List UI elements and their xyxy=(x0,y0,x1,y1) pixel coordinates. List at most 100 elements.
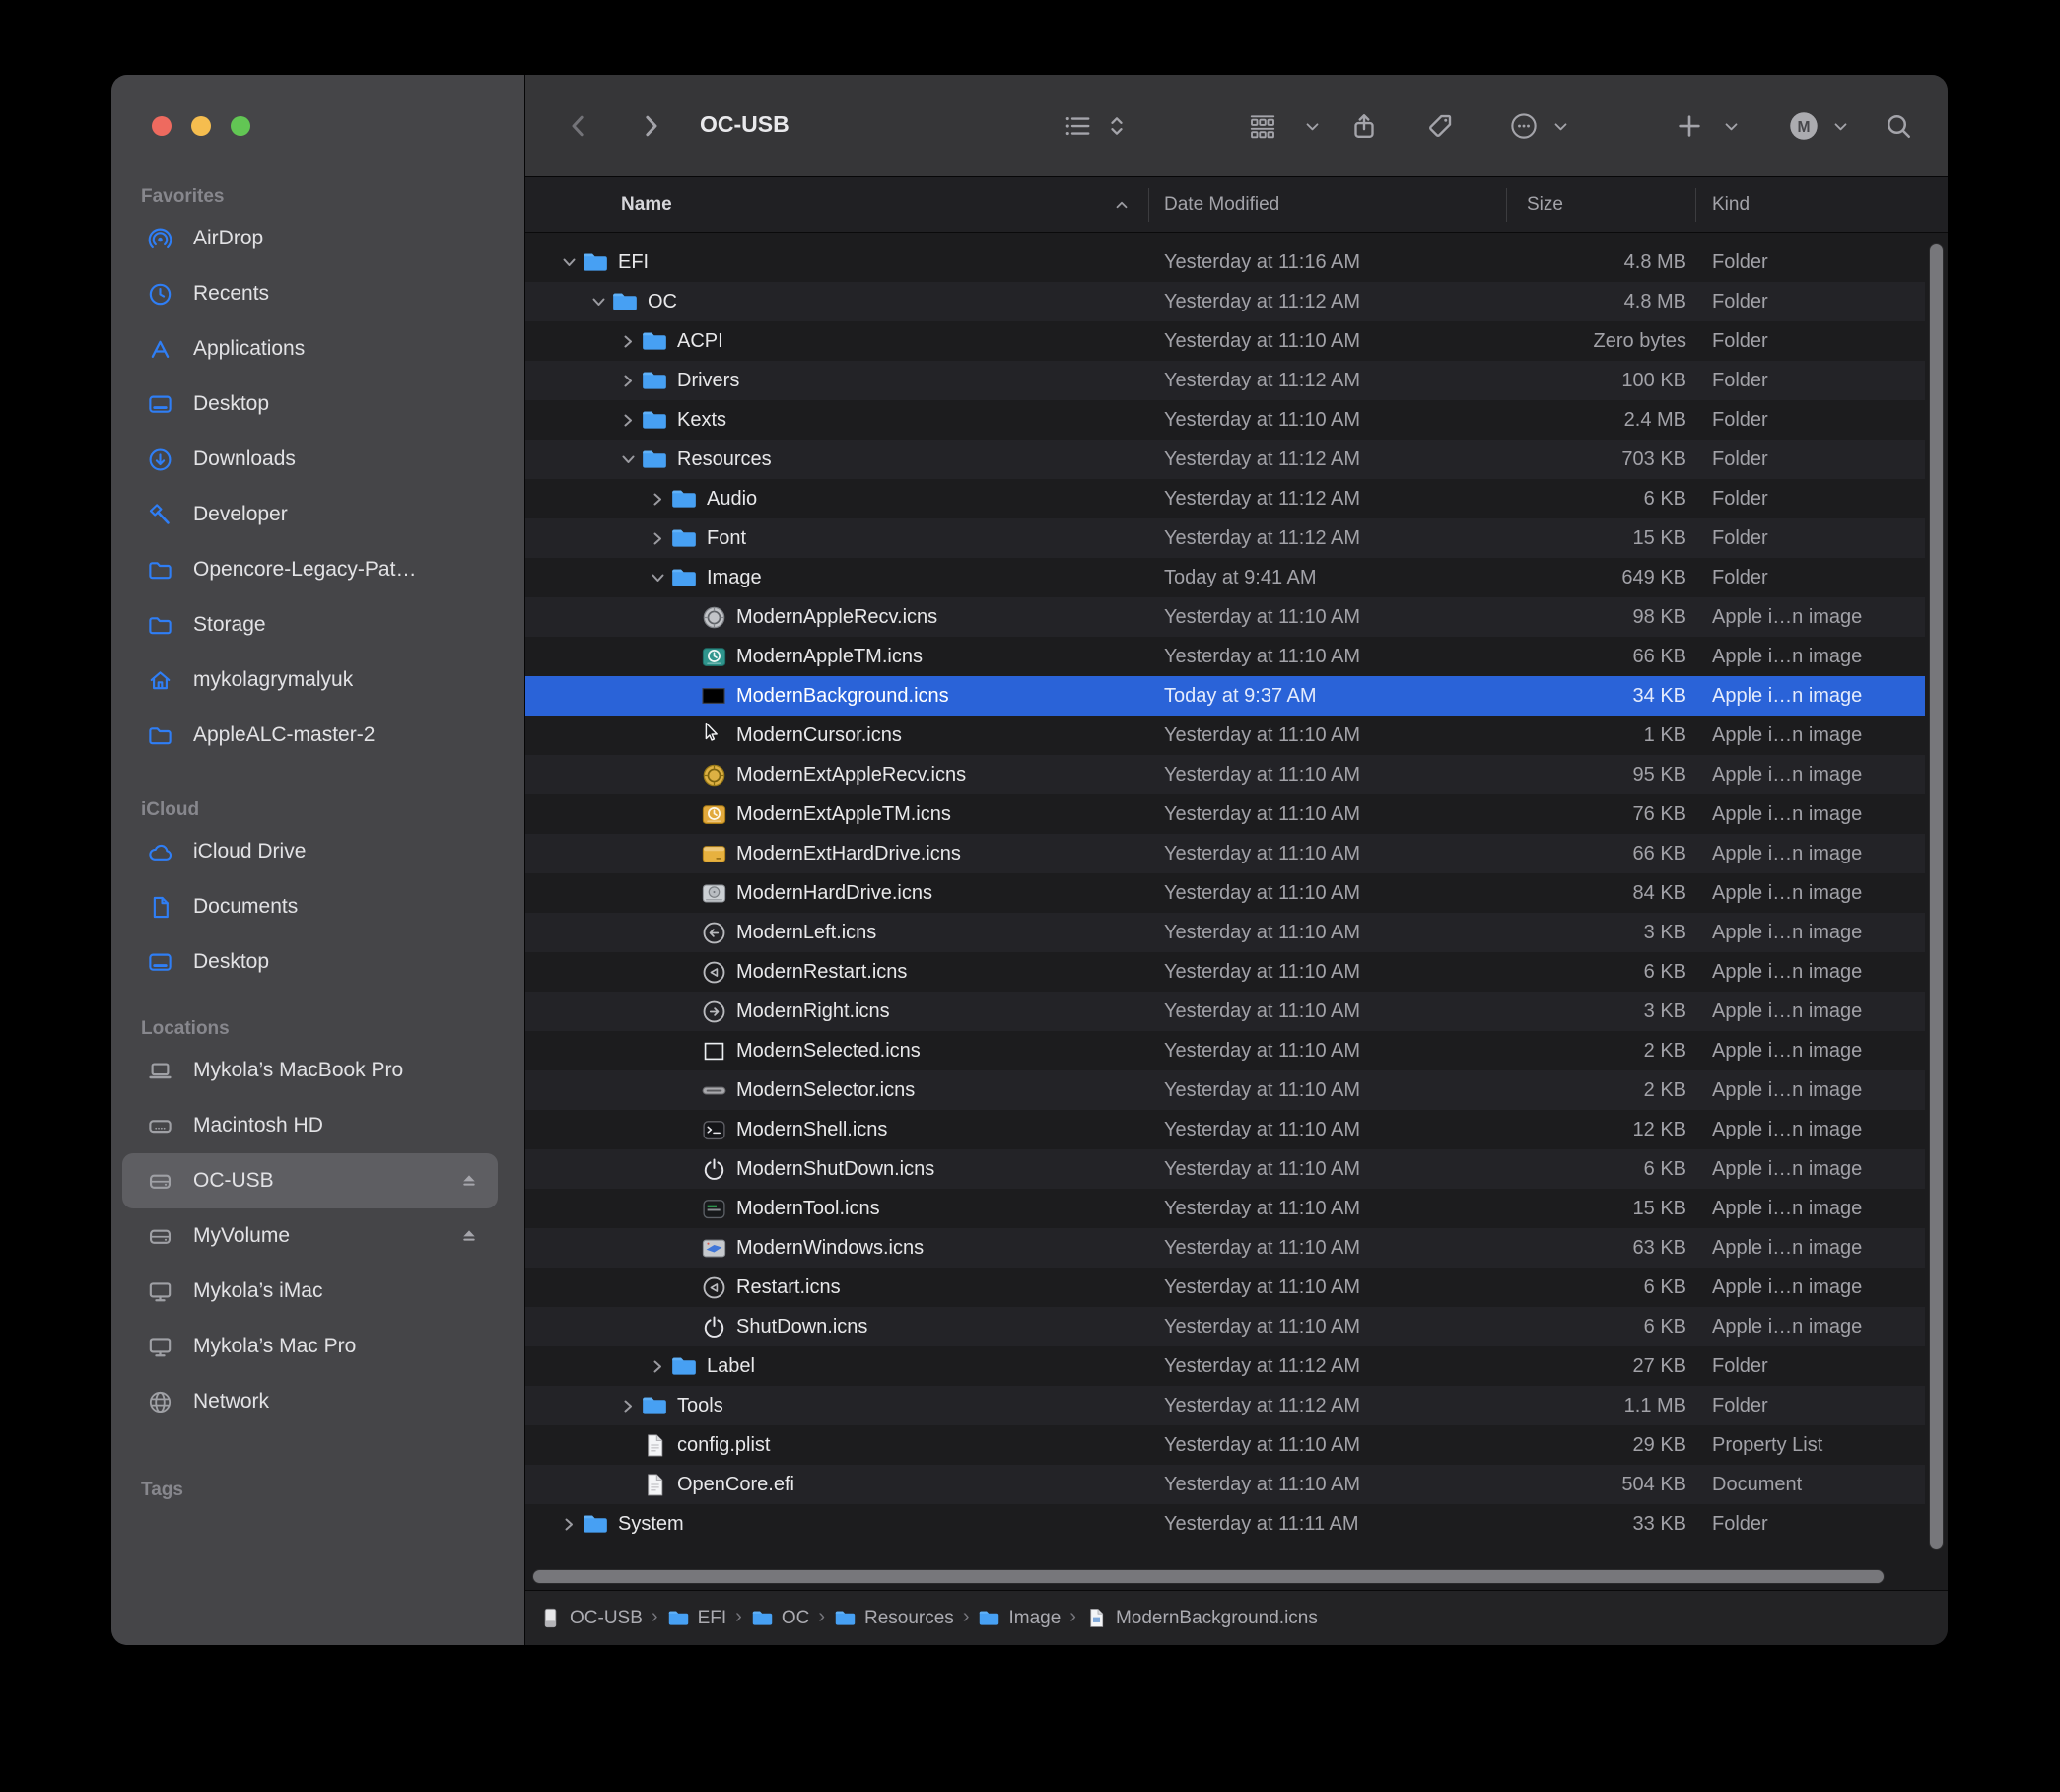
path-item-resources[interactable]: Resources xyxy=(834,1607,954,1629)
column-divider[interactable] xyxy=(1695,188,1696,222)
list-item[interactable]: ModernTool.icnsYesterday at 11:10 AM15 K… xyxy=(525,1189,1925,1228)
list-item[interactable]: LabelYesterday at 11:12 AM27 KBFolder xyxy=(525,1346,1925,1386)
new-folder-plus-icon[interactable] xyxy=(1674,110,1705,142)
eject-icon[interactable] xyxy=(458,1225,480,1247)
group-chevron-down-icon[interactable] xyxy=(1303,110,1321,142)
column-divider[interactable] xyxy=(1506,188,1507,222)
forward-button[interactable] xyxy=(635,110,666,142)
list-item[interactable]: ModernShell.icnsYesterday at 11:10 AM12 … xyxy=(525,1110,1925,1149)
list-item[interactable]: KextsYesterday at 11:10 AM2.4 MBFolder xyxy=(525,400,1925,440)
list-item[interactable]: Restart.icnsYesterday at 11:10 AM6 KBApp… xyxy=(525,1268,1925,1307)
disclosure-closed-icon[interactable] xyxy=(620,333,636,349)
back-button[interactable] xyxy=(563,110,594,142)
list-item[interactable]: AudioYesterday at 11:12 AM6 KBFolder xyxy=(525,479,1925,518)
list-item[interactable]: SystemYesterday at 11:11 AM33 KBFolder xyxy=(525,1504,1925,1544)
sidebar-item-applications[interactable]: Applications xyxy=(122,321,498,377)
sidebar-item-developer[interactable]: Developer xyxy=(122,487,498,542)
search-icon[interactable] xyxy=(1883,110,1914,142)
disclosure-closed-icon[interactable] xyxy=(650,491,665,507)
column-header-kind[interactable]: Kind xyxy=(1712,177,1750,233)
sidebar-item-mykola-s-mac-pro[interactable]: Mykola’s Mac Pro xyxy=(122,1319,498,1374)
column-divider[interactable] xyxy=(1148,188,1149,222)
list-item[interactable]: ModernBackground.icnsToday at 9:37 AM34 … xyxy=(525,676,1925,716)
disclosure-open-icon[interactable] xyxy=(561,254,577,270)
plus-chevron-down-icon[interactable] xyxy=(1722,110,1740,142)
path-item-image[interactable]: Image xyxy=(978,1607,1061,1629)
account-chevron-down-icon[interactable] xyxy=(1831,110,1849,142)
column-header-name[interactable]: Name xyxy=(621,177,672,233)
sidebar-item-downloads[interactable]: Downloads xyxy=(122,432,498,487)
more-chevron-down-icon[interactable] xyxy=(1551,110,1569,142)
list-item[interactable]: ModernAppleRecv.icnsYesterday at 11:10 A… xyxy=(525,597,1925,637)
disclosure-open-icon[interactable] xyxy=(590,294,606,310)
list-item[interactable]: ModernRight.icnsYesterday at 11:10 AM3 K… xyxy=(525,992,1925,1031)
disclosure-closed-icon[interactable] xyxy=(620,373,636,388)
disclosure-closed-icon[interactable] xyxy=(650,530,665,546)
column-header-size[interactable]: Size xyxy=(1527,177,1563,233)
path-item-efi[interactable]: EFI xyxy=(667,1607,727,1629)
group-icon[interactable] xyxy=(1247,110,1278,142)
share-icon[interactable] xyxy=(1348,110,1380,142)
list-item[interactable]: ShutDown.icnsYesterday at 11:10 AM6 KBAp… xyxy=(525,1307,1925,1346)
list-item[interactable]: ModernLeft.icnsYesterday at 11:10 AM3 KB… xyxy=(525,913,1925,952)
vertical-scrollbar[interactable] xyxy=(1929,243,1944,1550)
path-item-modernbackground-icns[interactable]: ModernBackground.icns xyxy=(1085,1607,1318,1629)
tag-icon[interactable] xyxy=(1424,110,1456,142)
list-item[interactable]: ModernExtAppleRecv.icnsYesterday at 11:1… xyxy=(525,755,1925,794)
disclosure-closed-icon[interactable] xyxy=(561,1516,577,1532)
list-item[interactable]: ModernCursor.icnsYesterday at 11:10 AM1 … xyxy=(525,716,1925,755)
sidebar-item-icloud-drive[interactable]: iCloud Drive xyxy=(122,824,498,879)
list-item[interactable]: DriversYesterday at 11:12 AM100 KBFolder xyxy=(525,361,1925,400)
list-item[interactable]: EFIYesterday at 11:16 AM4.8 MBFolder xyxy=(525,242,1925,282)
sidebar-item-airdrop[interactable]: AirDrop xyxy=(122,211,498,266)
horizontal-scrollbar[interactable] xyxy=(532,1569,1885,1584)
list-item[interactable]: ModernSelector.icnsYesterday at 11:10 AM… xyxy=(525,1070,1925,1110)
sidebar-item-storage[interactable]: Storage xyxy=(122,597,498,653)
list-item[interactable]: FontYesterday at 11:12 AM15 KBFolder xyxy=(525,518,1925,558)
close-button[interactable] xyxy=(152,116,172,136)
sidebar-item-recents[interactable]: Recents xyxy=(122,266,498,321)
list-item[interactable]: ModernShutDown.icnsYesterday at 11:10 AM… xyxy=(525,1149,1925,1189)
sidebar-item-myvolume[interactable]: MyVolume xyxy=(122,1208,498,1264)
sidebar-item-macintosh-hd[interactable]: Macintosh HD xyxy=(122,1098,498,1153)
sidebar-item-documents[interactable]: Documents xyxy=(122,879,498,934)
minimize-button[interactable] xyxy=(191,116,211,136)
zoom-button[interactable] xyxy=(231,116,250,136)
view-list-icon[interactable] xyxy=(1062,110,1093,142)
list-item[interactable]: ModernExtAppleTM.icnsYesterday at 11:10 … xyxy=(525,794,1925,834)
list-item[interactable]: OCYesterday at 11:12 AM4.8 MBFolder xyxy=(525,282,1925,321)
list-item[interactable]: ModernRestart.icnsYesterday at 11:10 AM6… xyxy=(525,952,1925,992)
disclosure-open-icon[interactable] xyxy=(620,451,636,467)
column-header-date-modified[interactable]: Date Modified xyxy=(1164,177,1279,233)
sidebar-item-applealc-master-2[interactable]: AppleALC-master-2 xyxy=(122,708,498,763)
disclosure-closed-icon[interactable] xyxy=(620,412,636,428)
list-item[interactable]: ModernSelected.icnsYesterday at 11:10 AM… xyxy=(525,1031,1925,1070)
list-item[interactable]: ModernAppleTM.icnsYesterday at 11:10 AM6… xyxy=(525,637,1925,676)
disclosure-closed-icon[interactable] xyxy=(620,1398,636,1413)
list-item[interactable]: OpenCore.efiYesterday at 11:10 AM504 KBD… xyxy=(525,1465,1925,1504)
list-item[interactable]: ResourcesYesterday at 11:12 AM703 KBFold… xyxy=(525,440,1925,479)
path-item-oc-usb[interactable]: OC-USB xyxy=(539,1607,643,1629)
list-item[interactable]: ToolsYesterday at 11:12 AM1.1 MBFolder xyxy=(525,1386,1925,1425)
disclosure-closed-icon[interactable] xyxy=(650,1358,665,1374)
disclosure-open-icon[interactable] xyxy=(650,570,665,586)
sidebar-item-mykola-s-macbook-pro[interactable]: Mykola’s MacBook Pro xyxy=(122,1043,498,1098)
list-item[interactable]: config.plistYesterday at 11:10 AM29 KBPr… xyxy=(525,1425,1925,1465)
sidebar-item-opencore-legacy-pat[interactable]: Opencore-Legacy-Pat… xyxy=(122,542,498,597)
sidebar-item-desktop[interactable]: Desktop xyxy=(122,377,498,432)
account-avatar[interactable]: M xyxy=(1788,110,1820,142)
sidebar-item-oc-usb[interactable]: OC-USB xyxy=(122,1153,498,1208)
sidebar-item-network[interactable]: Network xyxy=(122,1374,498,1429)
view-updown-chevrons-icon[interactable] xyxy=(1108,110,1126,142)
sidebar-item-desktop[interactable]: Desktop xyxy=(122,934,498,990)
list-item[interactable]: ImageToday at 9:41 AM649 KBFolder xyxy=(525,558,1925,597)
sidebar-item-mykola-s-imac[interactable]: Mykola’s iMac xyxy=(122,1264,498,1319)
more-actions-icon[interactable] xyxy=(1508,110,1540,142)
sidebar-item-mykolagrymalyuk[interactable]: mykolagrymalyuk xyxy=(122,653,498,708)
list-item[interactable]: ModernExtHardDrive.icnsYesterday at 11:1… xyxy=(525,834,1925,873)
list-item[interactable]: ACPIYesterday at 11:10 AMZero bytesFolde… xyxy=(525,321,1925,361)
path-item-oc[interactable]: OC xyxy=(751,1607,810,1629)
list-item[interactable]: ModernWindows.icnsYesterday at 11:10 AM6… xyxy=(525,1228,1925,1268)
list-item[interactable]: ModernHardDrive.icnsYesterday at 11:10 A… xyxy=(525,873,1925,913)
eject-icon[interactable] xyxy=(458,1170,480,1192)
